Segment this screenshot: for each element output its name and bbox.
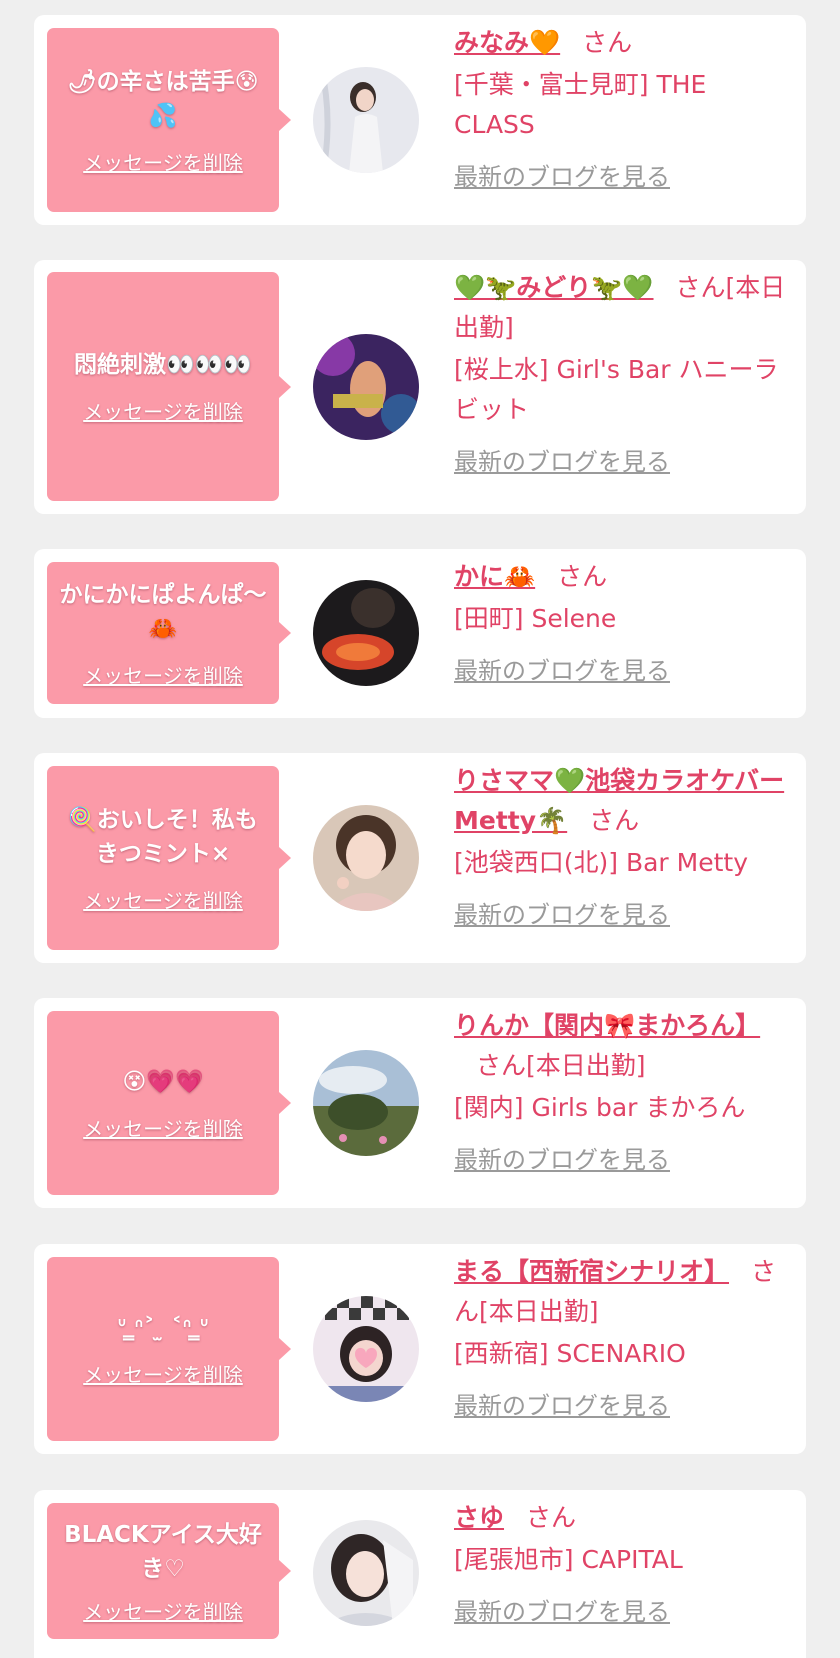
- honorific: さん: [476, 1051, 527, 1080]
- honorific: さん: [557, 562, 608, 591]
- view-blog-link[interactable]: 最新のブログを見る: [454, 651, 670, 691]
- status-text: [本日出勤]: [479, 1297, 599, 1326]
- view-blog-link[interactable]: 最新のブログを見る: [454, 1140, 670, 1180]
- message-text: ᐡ ̳ᐢ˃ ̫ ˂ᐢ ̳ᐡ: [117, 1314, 209, 1341]
- message-text: 🍭おいしそ！私もきつミント×: [68, 806, 258, 867]
- avatar[interactable]: [313, 1050, 419, 1156]
- delete-message-link[interactable]: メッセージを削除: [83, 1113, 243, 1142]
- delete-message-link[interactable]: メッセージを削除: [83, 660, 243, 689]
- view-blog-link[interactable]: 最新のブログを見る: [454, 1592, 670, 1632]
- view-blog-link[interactable]: 最新のブログを見る: [454, 157, 670, 197]
- delete-message-link[interactable]: メッセージを削除: [83, 885, 243, 914]
- delete-message-link[interactable]: メッセージを削除: [83, 1359, 243, 1388]
- message-bubble: BLACKアイス大好き♡ メッセージを削除: [47, 1503, 291, 1639]
- delete-message-link[interactable]: メッセージを削除: [83, 147, 243, 176]
- view-blog-link[interactable]: 最新のブログを見る: [454, 1386, 670, 1426]
- sender-info: かに🦀 さん [田町] Selene 最新のブログを見る: [454, 557, 794, 691]
- message-bubble: 悶絶刺激👀👀👀 メッセージを削除: [47, 272, 291, 501]
- message-bubble: 😵💗💗 メッセージを削除: [47, 1011, 291, 1195]
- message-card: 🌶の辛さは苦手😰💦 メッセージを削除 みなみ🧡 さん [千葉・富士見町] THE …: [34, 15, 806, 225]
- sender-info: 💚🦖みどり🦖💚 さん[本日出勤] [桜上水] Girl's Bar ハニーラビット…: [454, 268, 794, 482]
- sender-name-link[interactable]: まる【西新宿シナリオ】: [454, 1257, 729, 1286]
- shop-name: [桜上水] Girl's Bar ハニーラビット: [454, 355, 779, 424]
- honorific: さん: [589, 806, 640, 835]
- status-text: [本日出勤]: [526, 1051, 646, 1080]
- message-card: BLACKアイス大好き♡ メッセージを削除 さゆ さん [尾張旭市] CAPITA…: [34, 1490, 806, 1658]
- honorific: さん: [526, 1503, 577, 1532]
- honorific: さん: [675, 273, 726, 302]
- shop-name: [池袋西口(北)] Bar Metty: [454, 848, 749, 877]
- sender-name-link[interactable]: さゆ: [454, 1503, 504, 1532]
- sender-info: まる【西新宿シナリオ】 さん[本日出勤] [西新宿] SCENARIO 最新のブロ…: [454, 1252, 794, 1426]
- sender-name-link[interactable]: みなみ🧡: [454, 28, 560, 57]
- avatar[interactable]: [313, 1296, 419, 1402]
- shop-name: [田町] Selene: [454, 604, 617, 633]
- view-blog-link[interactable]: 最新のブログを見る: [454, 442, 670, 482]
- message-card: 🍭おいしそ！私もきつミント× メッセージを削除 りさママ💚池袋カラオケバーMet…: [34, 753, 806, 963]
- avatar[interactable]: [313, 580, 419, 686]
- message-card: ᐡ ̳ᐢ˃ ̫ ˂ᐢ ̳ᐡ メッセージを削除 まる【西新宿シナリオ】 さん[本日出…: [34, 1244, 806, 1454]
- message-text: 悶絶刺激👀👀👀: [74, 352, 252, 378]
- shop-name: [千葉・富士見町] THE CLASS: [454, 70, 707, 139]
- message-list: 🌶の辛さは苦手😰💦 メッセージを削除 みなみ🧡 さん [千葉・富士見町] THE …: [0, 0, 840, 1658]
- message-text: 😵💗💗: [122, 1068, 204, 1095]
- sender-info: りさママ💚池袋カラオケバーMetty🌴 さん [池袋西口(北)] Bar Mett…: [454, 761, 794, 935]
- message-text: BLACKアイス大好き♡: [64, 1521, 262, 1582]
- sender-info: りんか【関内🎀まかろん】さん[本日出勤] [関内] Girls bar まかろん…: [454, 1006, 794, 1180]
- sender-name-link[interactable]: りんか【関内🎀まかろん】: [454, 1011, 760, 1040]
- message-bubble: 🍭おいしそ！私もきつミント× メッセージを削除: [47, 766, 291, 950]
- delete-message-link[interactable]: メッセージを削除: [83, 396, 243, 425]
- shop-name: [関内] Girls bar まかろん: [454, 1093, 746, 1122]
- message-bubble: ᐡ ̳ᐢ˃ ̫ ˂ᐢ ̳ᐡ メッセージを削除: [47, 1257, 291, 1441]
- avatar[interactable]: [313, 805, 419, 911]
- shop-name: [西新宿] SCENARIO: [454, 1339, 686, 1368]
- shop-name: [尾張旭市] CAPITAL: [454, 1545, 683, 1574]
- avatar[interactable]: [313, 334, 419, 440]
- delete-message-link[interactable]: メッセージを削除: [83, 1596, 243, 1625]
- message-text: 🌶の辛さは苦手😰💦: [67, 68, 259, 129]
- sender-info: さゆ さん [尾張旭市] CAPITAL 最新のブログを見る: [454, 1498, 794, 1632]
- avatar[interactable]: [313, 1520, 419, 1626]
- message-bubble: 🌶の辛さは苦手😰💦 メッセージを削除: [47, 28, 291, 212]
- message-bubble: かにかにぱよんぱ〜🦀 メッセージを削除: [47, 562, 291, 704]
- sender-name-link[interactable]: かに🦀: [454, 562, 535, 591]
- view-blog-link[interactable]: 最新のブログを見る: [454, 895, 670, 935]
- message-text: かにかにぱよんぱ〜🦀: [59, 581, 267, 642]
- message-card: かにかにぱよんぱ〜🦀 メッセージを削除 かに🦀 さん [田町] Selene 最新…: [34, 549, 806, 718]
- honorific: さん: [582, 28, 633, 57]
- sender-info: みなみ🧡 さん [千葉・富士見町] THE CLASS 最新のブログを見る: [454, 23, 794, 197]
- message-card: 悶絶刺激👀👀👀 メッセージを削除 💚🦖みどり🦖💚 さん[本日出勤] [桜上水] G…: [34, 260, 806, 514]
- message-card: 😵💗💗 メッセージを削除 りんか【関内🎀まかろん】さん[本日出勤] [関内] G…: [34, 998, 806, 1208]
- sender-name-link[interactable]: 💚🦖みどり🦖💚: [454, 273, 654, 302]
- avatar[interactable]: [313, 67, 419, 173]
